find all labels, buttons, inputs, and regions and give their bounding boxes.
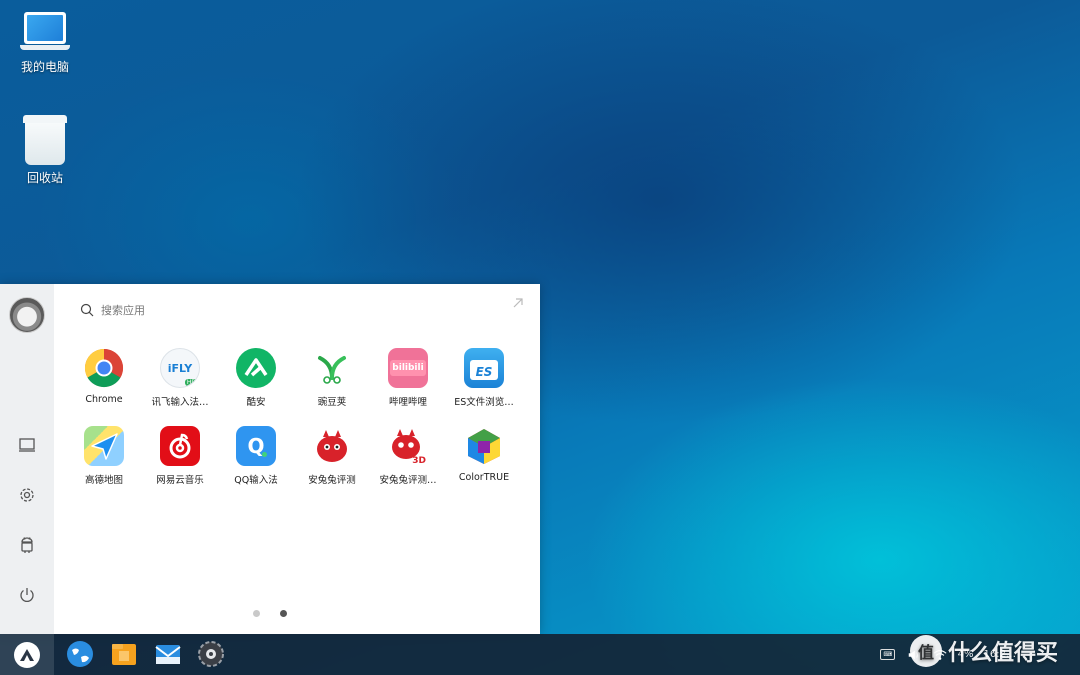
app-amap[interactable]: 高德地图 — [66, 426, 142, 486]
browser-globe-icon — [67, 641, 93, 667]
qq-input-icon: Q — [236, 426, 276, 466]
app-colortrue[interactable]: ColorTRUE — [446, 426, 522, 486]
start-logo-icon — [14, 641, 40, 668]
start-button[interactable] — [0, 634, 54, 675]
app-label: 网易云音乐 — [156, 475, 204, 486]
page-indicator — [0, 610, 540, 617]
taskbar-app-settings[interactable] — [197, 640, 225, 668]
app-chrome[interactable]: Chrome — [66, 348, 142, 408]
search-icon — [80, 303, 94, 317]
desktop-icon[interactable] — [14, 432, 40, 458]
app-label: QQ输入法 — [234, 475, 278, 486]
taskbar-app-mail[interactable] — [154, 640, 182, 668]
watermark-text: 什么值得买 — [948, 641, 1059, 666]
bilibili-icon-text: bilibili — [390, 360, 426, 376]
antutu-3d-icon: 3D — [388, 426, 428, 466]
watermark-logo: 值 — [910, 635, 942, 667]
app-label: Chrome — [85, 394, 123, 405]
taskbar-app-browser[interactable] — [66, 640, 94, 668]
app-bilibili[interactable]: bilibili 哔哩哔哩 — [370, 348, 446, 408]
app-ifly[interactable]: iFLY HD 讯飞输入法… — [142, 348, 218, 408]
app-label: ES文件浏览… — [454, 397, 514, 408]
app-label: 哔哩哔哩 — [388, 397, 427, 408]
es-file-icon: ES — [464, 348, 504, 388]
laptop-icon — [20, 12, 70, 54]
search-input[interactable] — [101, 303, 301, 317]
app-antutu-3d[interactable]: 3D 安兔兔评测… — [370, 426, 446, 486]
desktop-icon-label: 我的电脑 — [20, 60, 69, 74]
app-coolapk[interactable]: 酷安 — [218, 348, 294, 408]
app-wandoujia[interactable]: 豌豆荚 — [294, 348, 370, 408]
keyboard-icon[interactable]: ⌨ — [880, 647, 896, 663]
ifly-icon: iFLY HD — [160, 348, 200, 388]
antutu-3d-badge: 3D — [412, 456, 426, 466]
desktop-icon-recycle-bin[interactable]: 回收站 — [0, 115, 90, 186]
app-grid: Chrome iFLY HD 讯飞输入法… 酷安 豌豆荚 bilibili 哔哩… — [66, 348, 526, 486]
page-dot[interactable] — [253, 610, 260, 617]
page-dot-active[interactable] — [280, 610, 287, 617]
app-es-file[interactable]: ES ES文件浏览… — [446, 348, 522, 408]
es-icon-text: ES — [475, 364, 493, 379]
app-label: ColorTRUE — [458, 472, 510, 483]
app-antutu[interactable]: 安兔兔评测 — [294, 426, 370, 486]
settings-icon[interactable] — [14, 482, 40, 508]
app-search[interactable] — [80, 300, 520, 320]
watermark: 值 什么值得买 — [910, 634, 1058, 668]
start-menu-sidebar — [0, 284, 54, 634]
power-icon[interactable] — [14, 582, 40, 608]
wandoujia-icon — [312, 348, 352, 388]
avatar[interactable] — [9, 297, 45, 333]
start-menu: Chrome iFLY HD 讯飞输入法… 酷安 豌豆荚 bi — [0, 284, 540, 634]
expand-icon[interactable] — [511, 296, 525, 310]
app-label: 豌豆荚 — [317, 397, 347, 408]
app-netease-music[interactable]: 网易云音乐 — [142, 426, 218, 486]
app-label: 安兔兔评测… — [379, 475, 437, 486]
colortrue-icon — [464, 426, 504, 466]
coolapk-icon — [236, 348, 276, 388]
chrome-icon — [84, 348, 124, 388]
mail-icon — [155, 645, 181, 664]
settings-gear-icon — [198, 641, 224, 667]
antutu-icon — [312, 426, 352, 466]
amap-icon — [84, 426, 124, 466]
app-label: 高德地图 — [84, 475, 123, 486]
file-manager-icon — [112, 644, 136, 665]
app-label: 酷安 — [246, 397, 266, 408]
app-qq-input[interactable]: Q QQ输入法 — [218, 426, 294, 486]
app-label: 讯飞输入法… — [151, 397, 209, 408]
app-label: 安兔兔评测 — [308, 475, 356, 486]
netease-music-icon — [160, 426, 200, 466]
ifly-icon-badge: HD — [184, 379, 198, 386]
desktop-icon-my-computer[interactable]: 我的电脑 — [0, 12, 90, 75]
desktop-icon-label: 回收站 — [26, 171, 63, 185]
bilibili-icon: bilibili — [388, 348, 428, 388]
ifly-icon-text: iFLY — [167, 361, 193, 375]
recycle-bin-icon — [23, 115, 67, 165]
taskbar-app-files[interactable] — [110, 640, 138, 668]
android-icon[interactable] — [14, 532, 40, 558]
